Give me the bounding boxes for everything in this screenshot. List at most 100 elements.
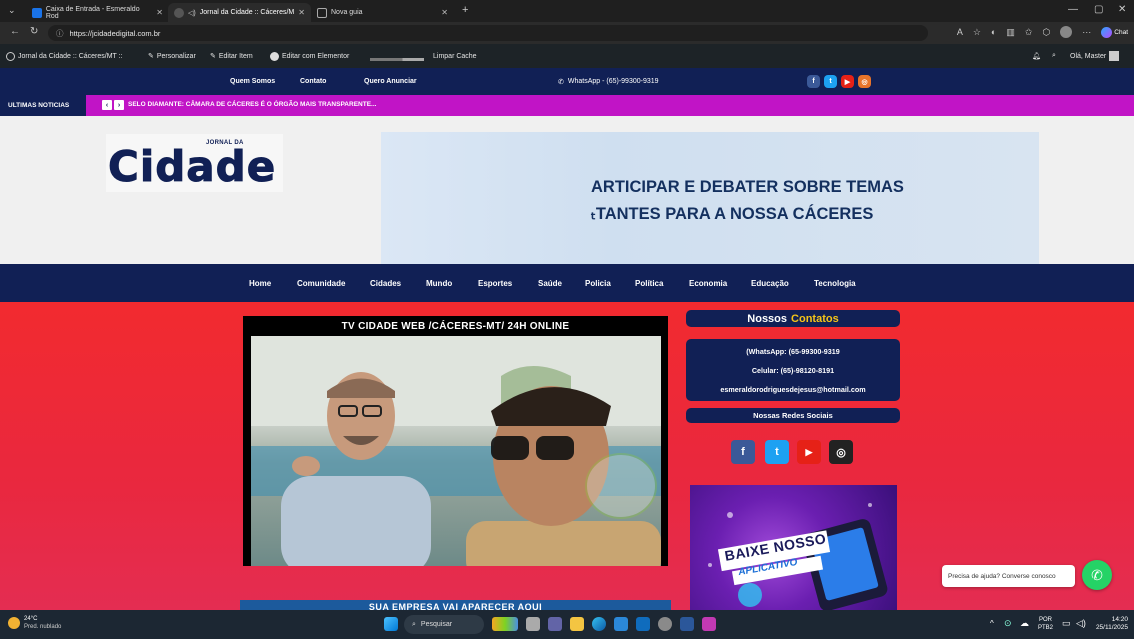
read-aloud-icon[interactable]: A: [957, 27, 963, 37]
teams-icon[interactable]: [548, 617, 562, 631]
close-tab-icon[interactable]: ✕: [298, 8, 305, 17]
windows-start-icon[interactable]: [384, 617, 398, 631]
favorite-star-icon[interactable]: ☆: [973, 27, 981, 38]
nav-mundo[interactable]: Mundo: [426, 264, 452, 302]
shield-icon[interactable]: ⬡: [1042, 27, 1050, 38]
favorites-icon[interactable]: ✩: [1025, 27, 1033, 38]
nav-cidades[interactable]: Cidades: [370, 264, 401, 302]
nav-esportes[interactable]: Esportes: [478, 264, 512, 302]
taskbar-search-label: Pesquisar: [420, 621, 453, 628]
wp-clear-cache-label: Limpar Cache: [433, 52, 477, 60]
edge-icon[interactable]: [592, 617, 606, 631]
display-icon[interactable]: ▭: [1062, 618, 1071, 629]
url-input[interactable]: ⓘ https://jcidadedigital.com.br: [48, 25, 928, 41]
file-explorer-icon[interactable]: [570, 617, 584, 631]
twitter-icon[interactable]: t: [765, 440, 789, 464]
video-title: TV CIDADE WEB /CÁCERES-MT/ 24H ONLINE: [243, 316, 668, 336]
ticker-next-icon[interactable]: ›: [114, 100, 124, 110]
volume-icon[interactable]: ◁): [1076, 618, 1086, 629]
app-icon[interactable]: [702, 617, 716, 631]
onedrive-icon[interactable]: ☁: [1020, 618, 1029, 629]
wp-clear-cache[interactable]: Limpar Cache: [433, 44, 477, 68]
minimize-icon[interactable]: —: [1068, 4, 1078, 15]
video-frame[interactable]: [251, 336, 661, 566]
ticker-prev-icon[interactable]: ‹: [102, 100, 112, 110]
word-icon[interactable]: [680, 617, 694, 631]
main-navigation: Home Comunidade Cidades Mundo Esportes S…: [0, 264, 1134, 302]
ad-strip[interactable]: SUA EMPRESA VAI APARECER AQUI: [240, 600, 671, 610]
topbar-social-icons: f t ▶ ◎: [807, 68, 871, 95]
back-arrow-icon[interactable]: ←: [10, 26, 20, 37]
reload-icon[interactable]: ↻: [30, 26, 38, 37]
site-info-icon[interactable]: ⓘ: [56, 28, 64, 39]
wp-edit-item[interactable]: ✎ Editar Item: [210, 44, 253, 68]
taskbar-search[interactable]: ⌕ Pesquisar: [404, 615, 484, 634]
wp-notifications[interactable]: 🔔︎: [1032, 44, 1041, 68]
twitter-icon[interactable]: t: [824, 75, 837, 88]
tray-chevron-icon[interactable]: ^: [990, 619, 994, 628]
wp-stats-graph[interactable]: [370, 44, 424, 68]
app-promo-banner[interactable]: BAIXE NOSSO APLICATIVO: [690, 485, 897, 610]
nav-label: Tecnologia: [814, 278, 856, 288]
contact-celular[interactable]: Celular: (65)-98120-8191: [752, 366, 834, 375]
instagram-icon[interactable]: ◎: [829, 440, 853, 464]
topbar-whatsapp[interactable]: ✆ WhatsApp - (65)-99300-9319: [558, 68, 659, 95]
facebook-icon[interactable]: f: [731, 440, 755, 464]
profile-avatar-icon[interactable]: [1060, 26, 1073, 38]
close-window-icon[interactable]: ✕: [1118, 4, 1126, 15]
tab-new[interactable]: Nova guia ✕: [311, 3, 454, 22]
contact-whatsapp[interactable]: (WhatsApp: (65-99300-9319: [746, 347, 839, 356]
wp-edit-elementor[interactable]: Editar com Elementor: [270, 44, 349, 68]
weather-widget[interactable]: 24°C Pred. nublado: [8, 615, 61, 631]
wp-search[interactable]: ⌕: [1052, 44, 1056, 68]
nav-comunidade[interactable]: Comunidade: [297, 264, 345, 302]
youtube-icon[interactable]: ▶: [841, 75, 854, 88]
header-banner[interactable]: ARTICIPAR E DEBATER SOBRE TEMAS ₜTANTES …: [381, 132, 1039, 264]
youtube-icon[interactable]: ▶: [797, 440, 821, 464]
more-icon[interactable]: ···: [1082, 27, 1091, 37]
tab-list-chevron-icon[interactable]: ⌄: [8, 5, 16, 16]
topbar-link-contato[interactable]: Contato: [300, 68, 326, 95]
close-tab-icon[interactable]: ✕: [441, 8, 448, 17]
nav-politica[interactable]: Política: [635, 264, 663, 302]
widgets-icon[interactable]: [492, 617, 518, 631]
contacts-box: (WhatsApp: (65-99300-9319 Celular: (65)-…: [686, 339, 900, 401]
task-view-icon[interactable]: [526, 617, 540, 631]
nav-tecnologia[interactable]: Tecnologia: [814, 264, 856, 302]
nav-home[interactable]: Home: [249, 264, 271, 302]
wp-site-name[interactable]: Jornal da Cidade :: Cáceres/MT ::: [6, 44, 123, 68]
facebook-icon[interactable]: f: [807, 75, 820, 88]
mail-icon[interactable]: [636, 617, 650, 631]
settings-gear-icon[interactable]: [658, 617, 672, 631]
close-tab-icon[interactable]: ✕: [156, 8, 163, 17]
clock[interactable]: 14:20 25/11/2025: [1094, 616, 1128, 632]
pencil-icon: ✎: [210, 53, 216, 60]
restore-icon[interactable]: ▢: [1094, 4, 1103, 15]
nav-policia[interactable]: Policia: [585, 264, 611, 302]
tab-email[interactable]: Caixa de Entrada - Esmeraldo Rod ✕: [26, 3, 169, 22]
whatsapp-help-bubble[interactable]: Precisa de ajuda? Converse conosco: [942, 565, 1075, 587]
instagram-icon[interactable]: ◎: [858, 75, 871, 88]
video-scene-illustration: [251, 336, 661, 566]
contact-email[interactable]: esmeraldorodriguesdejesus@hotmail.com: [720, 385, 865, 394]
nav-economia[interactable]: Economia: [689, 264, 727, 302]
wp-user-menu[interactable]: Olá, Master: [1070, 44, 1120, 68]
keyboard-layout: PTB2: [1038, 625, 1054, 631]
new-tab-plus-icon[interactable]: +: [462, 4, 468, 16]
extension-icon[interactable]: ◐: [991, 27, 996, 37]
site-logo[interactable]: JORNAL DA Cidade: [106, 134, 283, 192]
copilot-icon[interactable]: Chat: [1101, 26, 1128, 38]
nav-saude[interactable]: Saúde: [538, 264, 562, 302]
nav-educacao[interactable]: Educação: [751, 264, 789, 302]
language-indicator[interactable]: POR PTB2: [1038, 616, 1053, 632]
topbar-link-quem-somos[interactable]: Quem Somos: [230, 68, 275, 95]
split-screen-icon[interactable]: ▥: [1006, 27, 1015, 38]
ticker-headline[interactable]: SELO DIAMANTE: CÂMARA DE CÁCERES É O ÓRG…: [128, 101, 376, 108]
network-icon[interactable]: ⊙: [1004, 618, 1012, 629]
topbar-link-quero-anunciar[interactable]: Quero Anunciar: [364, 68, 417, 95]
tab-jornal[interactable]: ◁) Jornal da Cidade :: Cáceres/M ✕: [168, 3, 311, 22]
store-icon[interactable]: [614, 617, 628, 631]
wp-customize[interactable]: ✎ Personalizar: [148, 44, 196, 68]
tv-video-player[interactable]: TV CIDADE WEB /CÁCERES-MT/ 24H ONLINE: [243, 316, 668, 566]
whatsapp-chat-button[interactable]: ✆: [1082, 560, 1112, 590]
